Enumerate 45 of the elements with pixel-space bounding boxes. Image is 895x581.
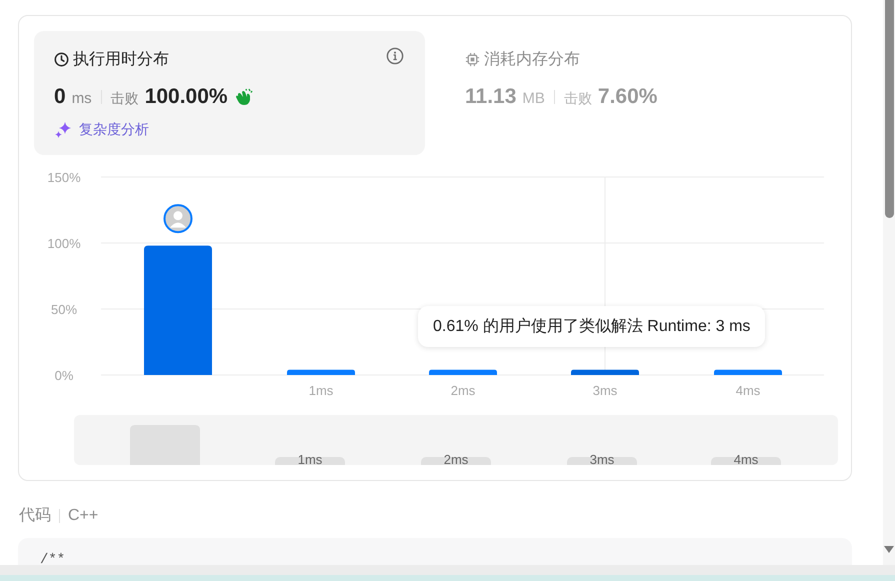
axis-label: 3ms xyxy=(592,383,618,398)
metric-value: 0 xyxy=(54,85,66,109)
beats-label: 击败 xyxy=(110,90,139,108)
clock-icon xyxy=(54,52,69,67)
code-label: 代码 xyxy=(19,506,51,526)
chart-tooltip: 0.61% 的用户使用了类似解法 Runtime: 3 ms xyxy=(418,306,766,347)
metric-unit: MB xyxy=(522,90,545,107)
beats-percent: 100.00% xyxy=(144,85,228,109)
metric-value: 11.13 xyxy=(465,85,516,109)
link-text: 复杂度分析 xyxy=(79,121,149,139)
navigator-label: 3ms xyxy=(590,452,614,465)
panel-title: 消耗内存分布 xyxy=(484,50,580,70)
metric-panel[interactable]: 执行用时分布 0 ms 击败 100.00% 复杂度分析 xyxy=(34,31,425,155)
navigator-label: 4ms xyxy=(734,452,758,465)
metric-unit: ms xyxy=(72,90,92,107)
info-icon[interactable] xyxy=(386,47,404,65)
mini-bar xyxy=(275,457,345,465)
bar[interactable] xyxy=(287,370,355,375)
beats-percent: 7.60% xyxy=(598,85,658,109)
navigator-label: 2ms xyxy=(444,452,468,465)
bar[interactable] xyxy=(429,370,497,375)
axis-label: 1ms xyxy=(308,383,334,398)
language-label: C++ xyxy=(68,506,98,524)
metric-panel[interactable]: 消耗内存分布 11.13 MB 击败 7.60% xyxy=(445,31,836,155)
axis-label: 100% xyxy=(47,236,81,251)
scrollbar[interactable] xyxy=(883,0,895,565)
clapping-hands-icon xyxy=(234,88,254,106)
bar[interactable] xyxy=(714,370,782,375)
axis-label: 2ms xyxy=(450,383,476,398)
complexity-analysis-link[interactable]: 复杂度分析 xyxy=(54,121,149,139)
chip-icon xyxy=(465,52,480,67)
bar[interactable] xyxy=(571,370,639,375)
mini-bar xyxy=(130,425,200,465)
axis-label: 4ms xyxy=(736,383,760,398)
beats-label: 击败 xyxy=(564,90,592,108)
code-line: /** xyxy=(40,552,66,566)
navigator-label: 1ms xyxy=(298,452,322,465)
axis-label: 50% xyxy=(50,302,78,317)
scroll-down-icon[interactable] xyxy=(884,546,894,553)
axis-label: 0% xyxy=(54,368,74,383)
axis-label: 150% xyxy=(47,170,81,185)
scrollbar-thumb[interactable] xyxy=(885,0,894,218)
mini-bar xyxy=(711,457,781,465)
panel-title: 执行用时分布 xyxy=(73,50,169,70)
sparkle-icon xyxy=(54,121,73,139)
